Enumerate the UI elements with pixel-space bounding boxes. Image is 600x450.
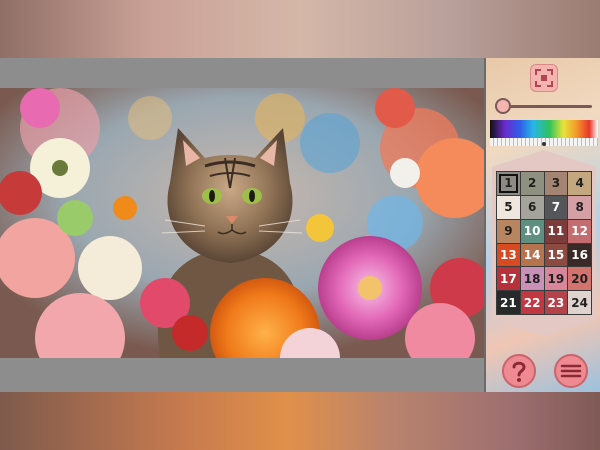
- palette-swatch-7[interactable]: 7: [544, 195, 568, 219]
- palette-swatch-10[interactable]: 10: [520, 219, 544, 243]
- palette-swatch-22[interactable]: 22: [520, 291, 544, 314]
- palette-swatch-20[interactable]: 20: [568, 267, 591, 291]
- menu-icon: [560, 364, 582, 378]
- palette-swatch-21[interactable]: 21: [497, 291, 520, 314]
- color-palette: 1 2 3 4 5 6 7 8 9 10 11 12 13 14 15 16 17 18 19 20 21 22 23 24: [496, 171, 592, 315]
- palette-swatch-6[interactable]: 6: [520, 195, 544, 219]
- palette-swatch-12[interactable]: 12: [568, 219, 591, 243]
- palette-swatch-24[interactable]: 24: [568, 291, 591, 314]
- palette-swatch-15[interactable]: 15: [544, 243, 568, 267]
- palette-swatch-2[interactable]: 2: [520, 172, 544, 195]
- palette-swatch-4[interactable]: 4: [568, 172, 591, 195]
- canvas-area[interactable]: [0, 58, 484, 392]
- cat-flowers-artwork[interactable]: [0, 88, 484, 358]
- help-icon: [512, 361, 526, 382]
- expand-button[interactable]: [530, 64, 558, 92]
- spectrum-marker[interactable]: [542, 142, 546, 146]
- help-button[interactable]: [502, 354, 536, 388]
- palette-swatch-23[interactable]: 23: [544, 291, 568, 314]
- palette-swatch-8[interactable]: 8: [568, 195, 591, 219]
- blurred-background-top: [0, 0, 600, 58]
- palette-swatch-14[interactable]: 14: [520, 243, 544, 267]
- palette-swatch-5[interactable]: 5: [497, 195, 520, 219]
- palette-swatch-9[interactable]: 9: [497, 219, 520, 243]
- menu-button[interactable]: [554, 354, 588, 388]
- expand-icon: [535, 69, 553, 87]
- tool-panel: 1 2 3 4 5 6 7 8 9 10 11 12 13 14 15 16 17 18 19 20 21 22 23 24: [484, 58, 600, 392]
- palette-swatch-3[interactable]: 3: [544, 172, 568, 195]
- brush-size-slider-knob[interactable]: [495, 98, 511, 114]
- blurred-background-bottom: [0, 392, 600, 450]
- palette-swatch-19[interactable]: 19: [544, 267, 568, 291]
- artwork-image: [0, 88, 484, 358]
- palette-swatch-11[interactable]: 11: [544, 219, 568, 243]
- palette-swatch-13[interactable]: 13: [497, 243, 520, 267]
- palette-swatch-18[interactable]: 18: [520, 267, 544, 291]
- palette-swatch-16[interactable]: 16: [568, 243, 591, 267]
- palette-swatch-1[interactable]: 1: [497, 172, 520, 195]
- palette-swatch-17[interactable]: 17: [497, 267, 520, 291]
- brush-size-slider[interactable]: [500, 105, 592, 108]
- color-spectrum-bar[interactable]: [490, 120, 598, 138]
